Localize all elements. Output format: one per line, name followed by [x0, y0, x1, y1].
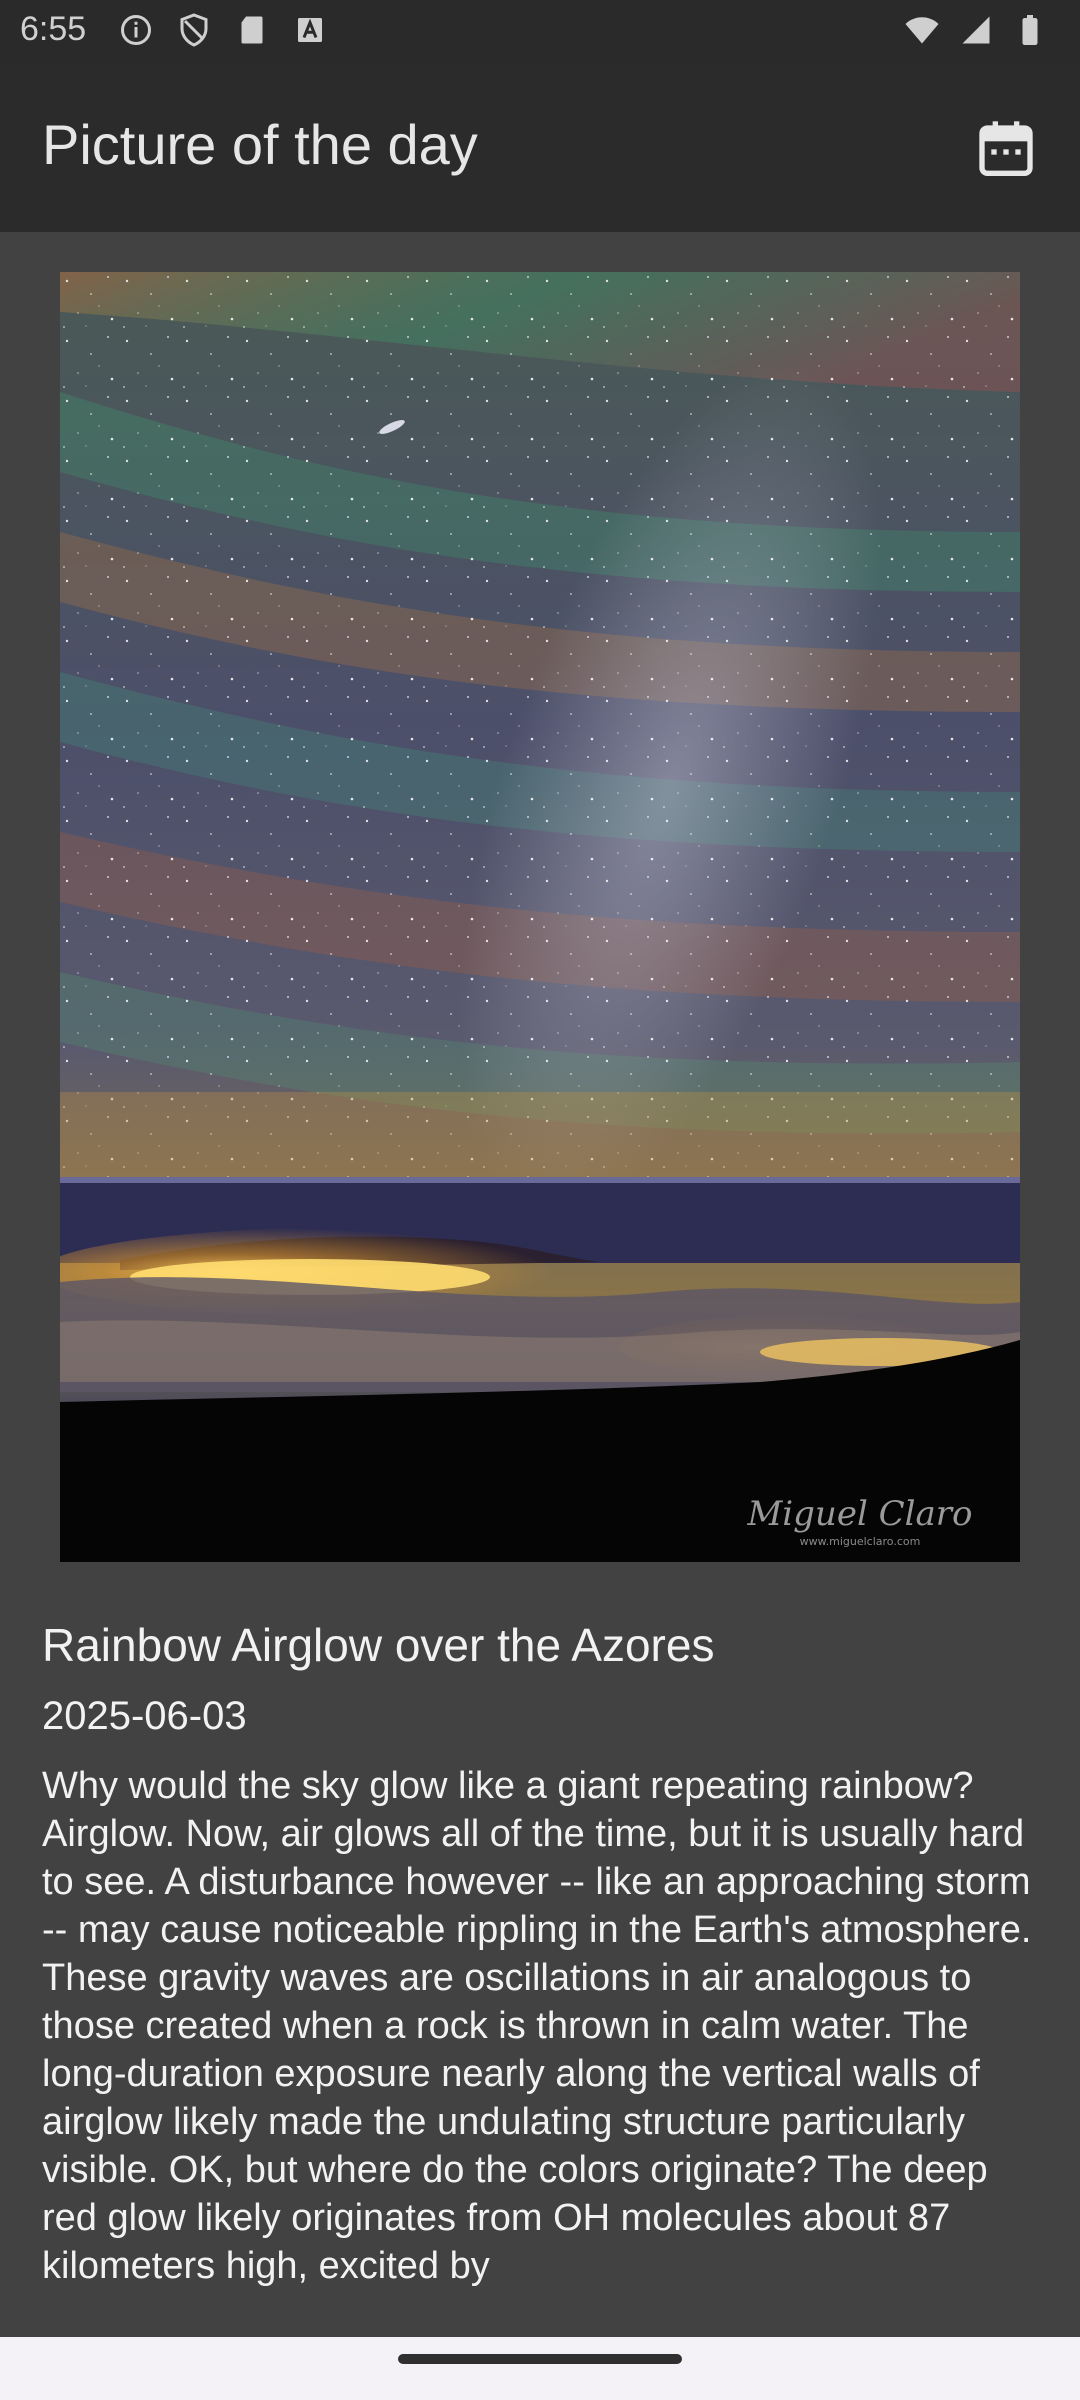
app-bar: Picture of the day: [0, 64, 1080, 232]
watermark: Miguel Claro: [746, 1494, 972, 1534]
battery-icon: [1022, 15, 1038, 45]
shield-icon: [180, 13, 208, 47]
status-bar: 6:55: [0, 0, 1080, 64]
photo-date: 2025-06-03: [42, 1694, 247, 1738]
signal-icon: [962, 16, 990, 44]
a-icon: [298, 18, 322, 42]
calendar-icon[interactable]: [974, 116, 1038, 180]
info-icon: [121, 15, 151, 45]
status-time: 6:55: [20, 10, 87, 48]
gesture-handle[interactable]: [398, 2353, 682, 2364]
wifi-icon: [905, 17, 939, 44]
watermark-url: www.miguelclaro.com: [800, 1535, 921, 1548]
status-icons-left: [118, 12, 328, 48]
content-scroll[interactable]: Miguel Claro www.miguelclaro.com Rainbow…: [0, 232, 1080, 2337]
navigation-bar: [0, 2337, 1080, 2400]
photo-description: Why would the sky glow like a giant repe…: [42, 1765, 1032, 2287]
sd-card-icon: [241, 16, 263, 44]
status-icons-right: [904, 12, 1048, 48]
photo-title: Rainbow Airglow over the Azores: [42, 1619, 715, 1671]
page-title: Picture of the day: [42, 113, 478, 176]
apod-image[interactable]: Miguel Claro www.miguelclaro.com: [60, 272, 1020, 1562]
